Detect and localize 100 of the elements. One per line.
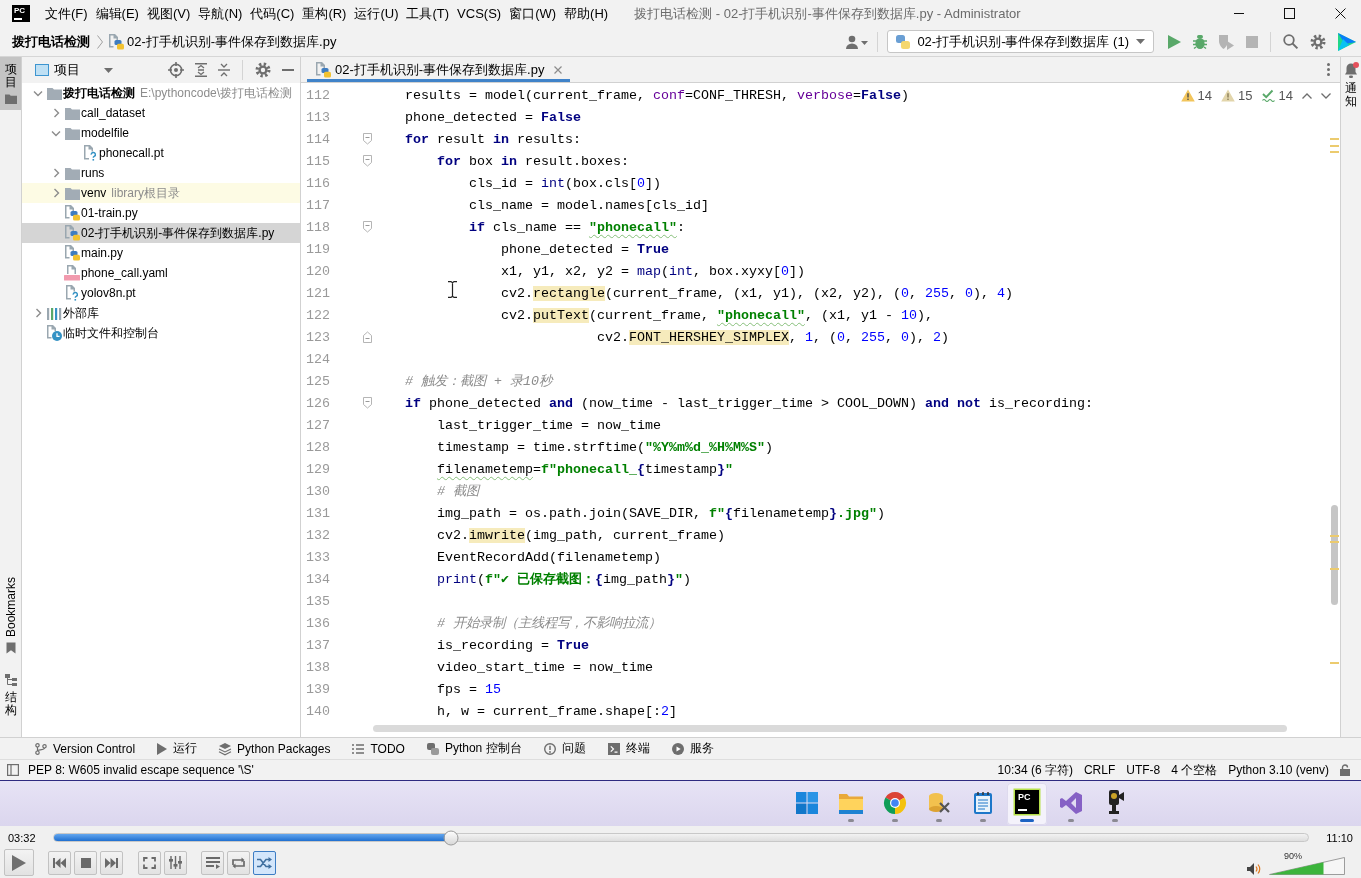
tree-item[interactable]: yolov8n.pt <box>22 283 300 303</box>
loop-button[interactable] <box>227 850 250 875</box>
playlist-button[interactable] <box>201 850 224 875</box>
tool-window-button[interactable]: Python 控制台 <box>419 738 529 759</box>
status-widget[interactable]: 10:34 (6 字符) <box>997 761 1073 779</box>
breadcrumb[interactable]: 02-打手机识别-事件保存到数据库.py <box>108 32 337 51</box>
fold-icon[interactable] <box>363 155 372 167</box>
chevron-down-icon[interactable] <box>1321 92 1331 99</box>
tool-window-tab[interactable]: Bookmarks <box>0 570 21 660</box>
menu-item[interactable]: 窗口(W) <box>505 0 561 27</box>
fold-end-icon[interactable] <box>363 331 372 343</box>
logo-icon[interactable] <box>1338 32 1356 51</box>
menu-item[interactable]: 视图(V) <box>142 0 195 27</box>
locate-icon[interactable] <box>168 62 184 78</box>
menu-item[interactable]: 运行(U) <box>350 0 403 27</box>
fullscreen-button[interactable] <box>138 850 161 875</box>
layout-icon[interactable] <box>7 764 19 776</box>
tool-window-button[interactable]: 服务 <box>664 738 721 759</box>
tool-window-button[interactable]: TODO <box>345 738 412 759</box>
chevron-right-icon[interactable] <box>34 308 42 318</box>
menu-item[interactable]: 工具(T) <box>402 0 454 27</box>
menu-item[interactable]: 帮助(H) <box>560 0 613 27</box>
tree-item[interactable]: 外部库 <box>22 303 300 323</box>
code-line: # 触发：截图 + 录10秒 <box>405 373 552 390</box>
fold-icon[interactable] <box>363 397 372 409</box>
previous-button[interactable] <box>48 850 71 875</box>
bug-icon[interactable] <box>1193 33 1207 50</box>
next-button[interactable] <box>100 850 123 875</box>
play-button[interactable] <box>4 849 34 876</box>
run-configuration-dropdown[interactable]: 02-打手机识别-事件保存到数据库 (1) <box>887 30 1154 53</box>
tree-item[interactable]: phone_call.yaml <box>22 263 300 283</box>
tool-window-button[interactable]: 运行 <box>150 738 205 759</box>
branch-icon <box>35 742 47 755</box>
search-icon[interactable] <box>1283 34 1298 49</box>
shuffle-button[interactable] <box>253 850 276 875</box>
speaker-icon[interactable] <box>1247 862 1261 875</box>
close-icon[interactable] <box>1335 8 1346 19</box>
lock-icon[interactable] <box>1340 764 1350 776</box>
structure-icon <box>4 673 17 686</box>
tree-item[interactable]: modelfile <box>22 123 300 143</box>
user-icon[interactable] <box>846 34 869 49</box>
stop-button[interactable] <box>74 850 97 875</box>
tree-item[interactable]: 临时文件和控制台 <box>22 323 300 343</box>
tree-item[interactable]: main.py <box>22 243 300 263</box>
fold-icon[interactable] <box>363 133 372 145</box>
status-widget[interactable]: Python 3.10 (venv) <box>1228 763 1329 777</box>
tree-item[interactable]: 02-打手机识别-事件保存到数据库.py <box>22 223 300 243</box>
python-file-icon <box>108 33 124 50</box>
chevron-down-icon[interactable] <box>33 89 43 97</box>
warning-counter[interactable]: 14 <box>1180 88 1213 103</box>
status-widget[interactable]: 4 个空格 <box>1171 761 1218 779</box>
more-icon[interactable] <box>1327 63 1330 76</box>
settings-icon[interactable] <box>255 62 271 78</box>
menu-item[interactable]: 编辑(E) <box>91 0 143 27</box>
caret-down-icon[interactable] <box>104 67 113 73</box>
collapse-all-icon[interactable] <box>218 63 230 77</box>
tool-window-button[interactable]: Version Control <box>28 738 143 759</box>
menu-item[interactable]: 导航(N) <box>194 0 247 27</box>
chevron-up-icon[interactable] <box>1302 92 1312 99</box>
tree-item[interactable]: runs <box>22 163 300 183</box>
panel-title: 项目 <box>54 61 80 79</box>
status-widget[interactable]: UTF-8 <box>1126 763 1161 777</box>
menu-item[interactable]: 代码(C) <box>246 0 299 27</box>
status-widget[interactable]: CRLF <box>1083 763 1116 777</box>
chevron-right-icon[interactable] <box>52 168 60 178</box>
expand-all-icon[interactable] <box>195 63 207 77</box>
tree-item[interactable]: call_dataset <box>22 103 300 123</box>
typo-counter[interactable]: 14 <box>1261 88 1293 103</box>
seek-bar[interactable] <box>52 833 1310 842</box>
menu-item[interactable]: VCS(S) <box>453 0 506 27</box>
seek-handle[interactable] <box>443 830 459 845</box>
chevron-right-icon[interactable] <box>52 108 60 118</box>
tool-window-button[interactable]: Python Packages <box>212 738 338 759</box>
warning-circle-icon <box>543 742 556 755</box>
window-title: 拨打电话检测 - 02-打手机识别-事件保存到数据库.py - Administrator <box>634 4 1021 23</box>
notifications-tab[interactable]: 通知 <box>1343 62 1359 109</box>
extended-settings-button[interactable] <box>164 850 187 875</box>
settings-icon[interactable] <box>1310 33 1326 50</box>
tool-window-button[interactable]: 问题 <box>536 738 593 759</box>
menu-item[interactable]: 文件(F) <box>41 0 92 27</box>
play-circle-icon <box>671 742 684 755</box>
tool-window-tab[interactable]: 结构 <box>0 667 21 723</box>
tree-item[interactable]: 01-train.py <box>22 203 300 223</box>
run-icon[interactable] <box>1168 34 1181 49</box>
taskbar-button[interactable]: PC <box>1007 782 1047 825</box>
tree-item[interactable]: venv library根目录 <box>22 183 300 203</box>
horizontal-scrollbar[interactable] <box>373 725 1287 732</box>
tool-window-tab[interactable]: 项目 <box>0 57 21 111</box>
tree-item[interactable]: phonecall.pt <box>22 143 300 163</box>
chevron-right-icon[interactable] <box>52 188 60 198</box>
tree-item[interactable]: 拨打电话检测 E:\pythoncode\拨打电话检测 <box>22 83 300 103</box>
menu-item[interactable]: 重构(R) <box>298 0 351 27</box>
chevron-down-icon[interactable] <box>51 129 61 137</box>
maximize-icon[interactable] <box>1284 8 1295 19</box>
warning-icon <box>1221 89 1236 102</box>
code-line: cv2.putText(current_frame, "phonecall", (x1, y1 - 10), <box>501 307 933 323</box>
fold-icon[interactable] <box>363 221 372 233</box>
weak-warning-counter[interactable]: 15 <box>1221 88 1253 103</box>
breadcrumb[interactable]: 拨打电话检测 <box>12 32 90 51</box>
tool-window-button[interactable]: 终端 <box>600 738 657 759</box>
